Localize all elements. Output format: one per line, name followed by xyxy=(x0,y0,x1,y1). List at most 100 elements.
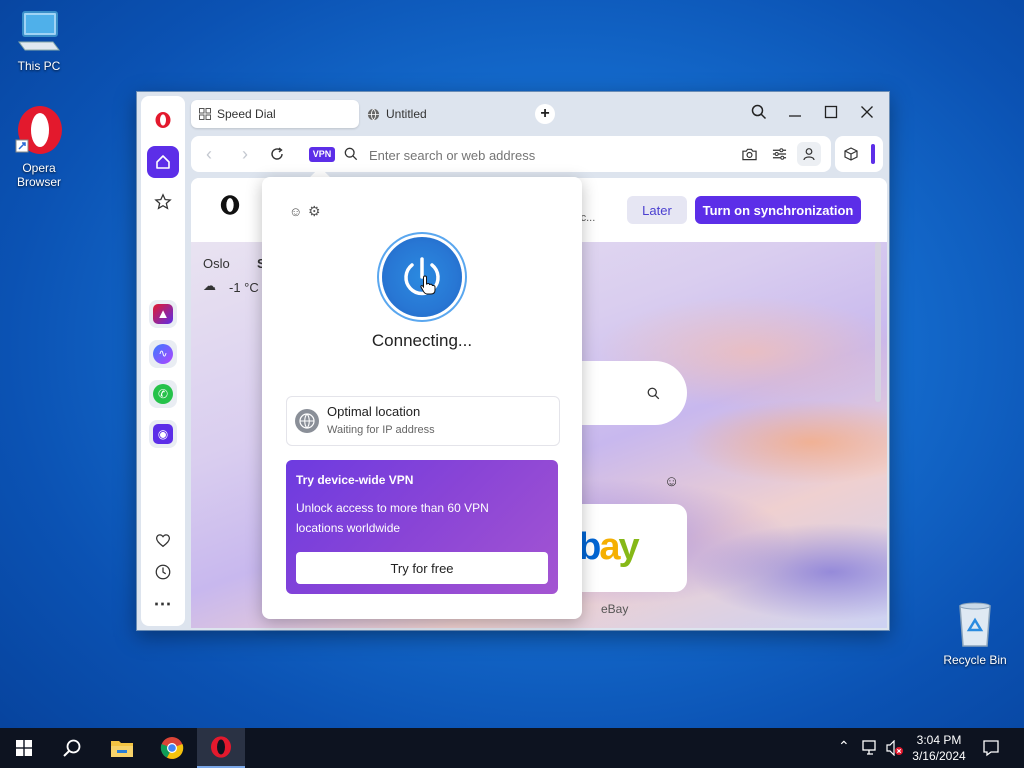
more-dots-icon: ⋯ xyxy=(153,593,173,614)
vpn-status-text: Connecting... xyxy=(371,331,473,350)
taskbar-clock[interactable]: 3:04 PM 3/16/2024 xyxy=(906,732,972,764)
sidebar-player-button[interactable]: ◉ xyxy=(149,420,177,448)
globe-icon-wrap xyxy=(295,409,319,433)
search-icon xyxy=(647,387,660,400)
desktop-icon-label: This PC xyxy=(17,59,61,73)
close-button[interactable] xyxy=(849,98,885,126)
smiley-icon[interactable]: ☺ xyxy=(664,473,679,490)
sidebar-favorites-button[interactable] xyxy=(149,526,177,554)
settings-gear-icon[interactable]: ⚙ xyxy=(308,203,321,220)
close-icon xyxy=(861,106,873,118)
smiley-icon[interactable]: ☺ xyxy=(289,204,302,219)
windows-logo-icon xyxy=(16,740,32,756)
snapshot-button[interactable] xyxy=(739,144,759,164)
speed-dial-search-box[interactable] xyxy=(567,361,687,425)
desktop-icon-label: Opera Browser xyxy=(16,161,61,189)
search-icon xyxy=(344,147,358,161)
new-tab-button[interactable]: + xyxy=(535,104,555,124)
sidebar-aria-button[interactable]: ▲ xyxy=(149,300,177,328)
vpn-badge-button[interactable]: VPN xyxy=(309,147,335,162)
sidebar-whatsapp-button[interactable]: ✆ xyxy=(149,380,177,408)
globe-icon xyxy=(299,413,315,429)
reload-icon xyxy=(271,147,283,160)
clock-icon xyxy=(155,564,171,580)
chevron-left-icon: ‹ xyxy=(206,143,212,164)
search-icon xyxy=(63,739,81,757)
desktop-icon-opera[interactable]: Opera Browser xyxy=(1,104,77,189)
reload-button[interactable] xyxy=(267,144,287,164)
windows-taskbar: ⌃ 3:04 PM 3/16/2024 xyxy=(0,728,1024,768)
desktop-icon-this-pc[interactable]: This PC xyxy=(1,8,77,73)
opera-logo-icon xyxy=(211,736,231,758)
folder-icon xyxy=(111,741,133,757)
desktop-icon-label: Recycle Bin xyxy=(943,653,1007,667)
desktop-icon-recycle-bin[interactable]: Recycle Bin xyxy=(937,602,1013,667)
opera-logo-icon xyxy=(220,195,240,215)
sidebar-history-button[interactable] xyxy=(149,558,177,586)
chevron-right-icon: › xyxy=(242,143,248,164)
chrome-icon xyxy=(160,737,184,759)
taskbar-opera[interactable] xyxy=(197,728,245,768)
easy-setup-button[interactable] xyxy=(769,144,789,164)
tab-label: Untitled xyxy=(386,107,427,121)
speed-dial-tile-ebay[interactable]: ebay xyxy=(559,504,687,592)
extensions-area xyxy=(835,136,883,172)
turn-on-sync-button[interactable]: Turn on synchronization xyxy=(695,196,861,224)
aria-icon: ▲ xyxy=(153,304,173,324)
vpn-promo-title: Try device-wide VPN xyxy=(296,473,414,487)
sidebar-messenger-button[interactable]: ∿ xyxy=(149,340,177,368)
button-label: Try for free xyxy=(390,560,454,576)
notification-center-icon[interactable] xyxy=(982,739,1000,757)
user-icon xyxy=(803,148,815,161)
headphones-icon: ◉ xyxy=(153,424,173,444)
start-button[interactable] xyxy=(0,728,48,768)
try-for-free-button[interactable]: Try for free xyxy=(296,552,548,584)
vpn-power-button[interactable] xyxy=(382,237,462,317)
whatsapp-icon: ✆ xyxy=(153,384,173,404)
sidebar-toggle-indicator[interactable] xyxy=(871,144,875,164)
heart-icon xyxy=(155,534,171,548)
minimize-button[interactable] xyxy=(777,98,813,126)
home-icon xyxy=(156,155,170,169)
vpn-promo-card: Try device-wide VPN Unlock access to mor… xyxy=(286,460,558,594)
grid-icon xyxy=(199,108,211,120)
maximize-button[interactable] xyxy=(813,98,849,126)
star-icon xyxy=(154,193,172,210)
back-button[interactable]: ‹ xyxy=(199,144,219,164)
page-scrollbar[interactable] xyxy=(875,242,881,402)
tab-label: Speed Dial xyxy=(217,107,276,121)
address-bar: ‹ › VPN xyxy=(191,136,831,172)
clock-date: 3/16/2024 xyxy=(912,749,966,763)
sync-later-button[interactable]: Later xyxy=(627,196,687,224)
sidebar-more-button[interactable]: ⋯ xyxy=(149,590,177,618)
vpn-location-selector[interactable]: Optimal location Waiting for IP address xyxy=(286,396,560,446)
weather-temp: -1 °C xyxy=(229,280,259,295)
profile-button[interactable] xyxy=(797,142,821,166)
address-search-icon-wrap xyxy=(341,144,361,164)
sidebar-bookmarks-button[interactable] xyxy=(149,188,177,216)
tab-speed-dial[interactable]: Speed Dial xyxy=(191,100,359,128)
cloud-icon: ☁ xyxy=(203,278,216,293)
weather-city: Oslo xyxy=(203,256,230,271)
tab-untitled[interactable]: Untitled xyxy=(359,100,495,128)
address-input[interactable] xyxy=(367,144,711,166)
tab-search-button[interactable] xyxy=(741,98,777,126)
taskbar-file-explorer[interactable] xyxy=(98,728,146,768)
speed-dial-tile-label: eBay xyxy=(601,602,629,616)
camera-icon xyxy=(741,148,757,161)
volume-muted-icon[interactable] xyxy=(886,740,904,756)
opera-logo-icon xyxy=(15,106,62,154)
extensions-button[interactable] xyxy=(841,144,861,164)
minimize-icon xyxy=(789,115,801,117)
taskbar-chrome[interactable] xyxy=(148,728,196,768)
opera-menu-button[interactable] xyxy=(149,106,177,134)
sidebar-home-button[interactable] xyxy=(147,146,179,178)
recycle-bin-icon xyxy=(959,602,991,647)
vpn-badge-label: VPN xyxy=(312,149,332,159)
plus-icon: + xyxy=(540,105,550,122)
forward-button[interactable]: › xyxy=(235,144,255,164)
network-icon[interactable] xyxy=(862,740,880,756)
show-hidden-icons-chevron-up-icon[interactable]: ⌃ xyxy=(838,738,850,755)
vpn-popup: ☺ ⚙ Connecting... Optimal location Waiti… xyxy=(262,177,582,619)
taskbar-search-button[interactable] xyxy=(48,728,96,768)
